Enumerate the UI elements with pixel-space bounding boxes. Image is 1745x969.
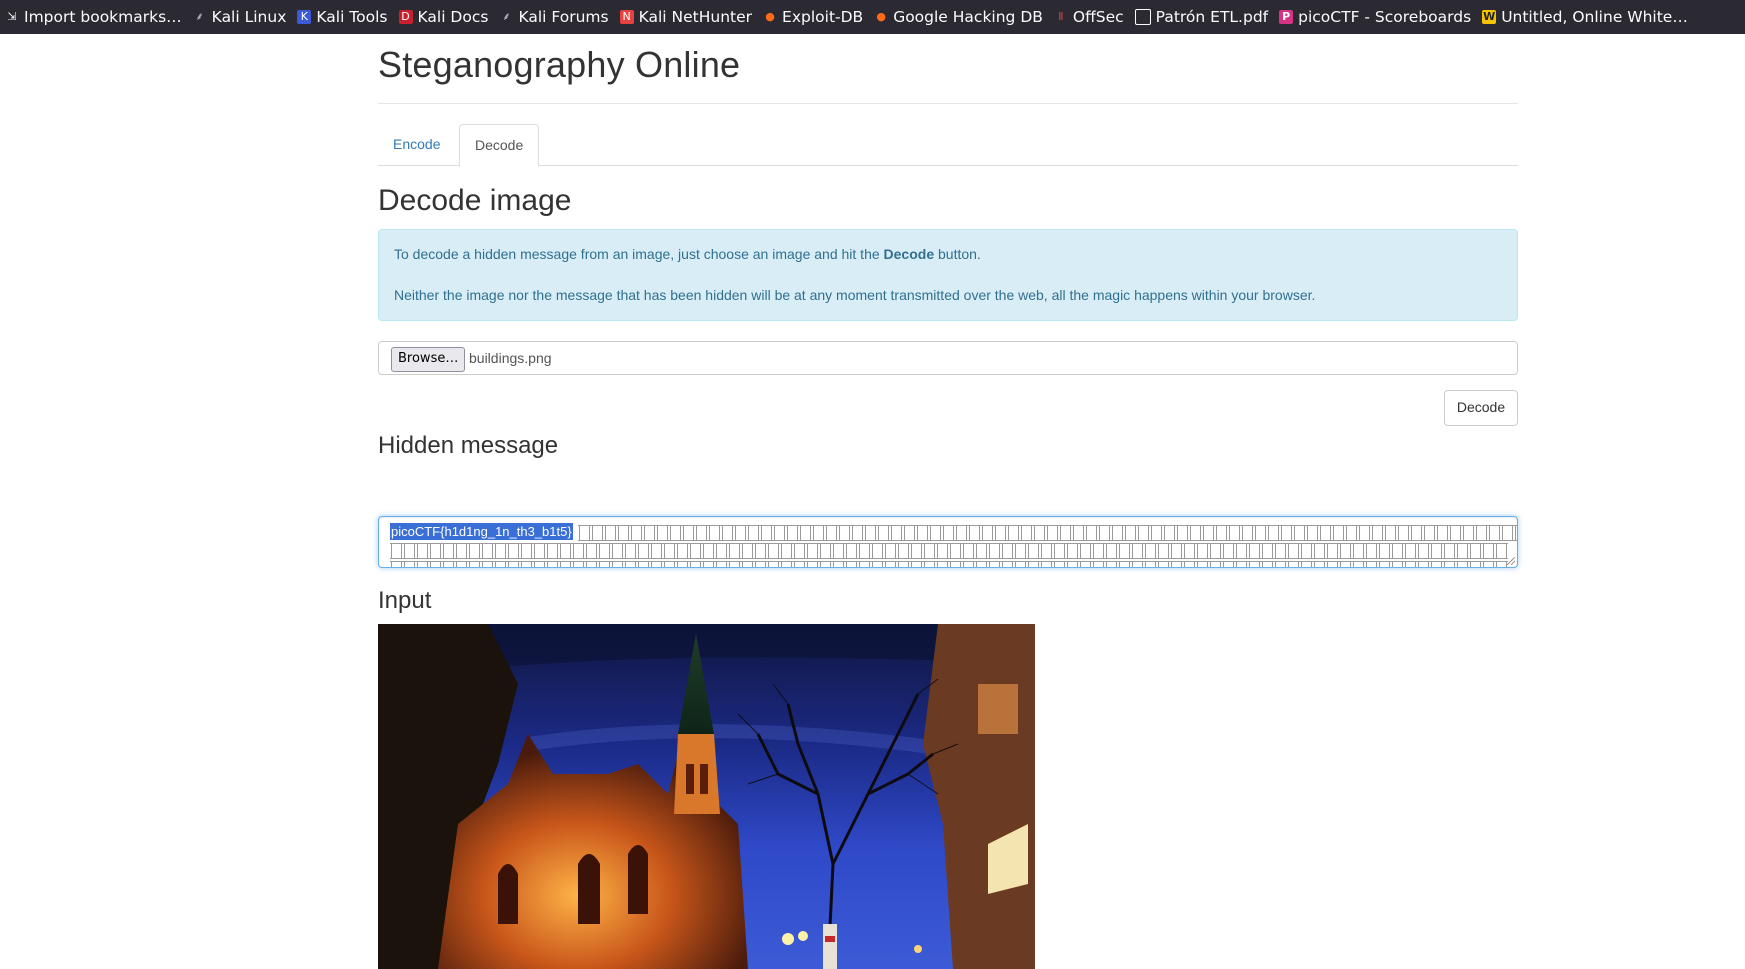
- kali-tools-icon: K: [297, 10, 312, 24]
- hidden-message-heading: Hidden message: [378, 432, 559, 459]
- bookmark-offsec[interactable]: Ⅱ OffSec: [1049, 0, 1130, 34]
- bookmark-exploit-db[interactable]: ● Exploit-DB: [758, 0, 869, 34]
- exploit-db-icon: ●: [765, 10, 775, 23]
- bookmark-label: OffSec: [1072, 8, 1124, 26]
- bookmark-label: Exploit-DB: [782, 8, 864, 26]
- bookmark-picoctf[interactable]: PpicoCTF - Scoreboards: [1274, 0, 1477, 34]
- picoctf-icon: P: [1279, 10, 1294, 24]
- tab-encode[interactable]: Encode: [378, 124, 455, 164]
- info-alert: To decode a hidden message from an image…: [378, 229, 1518, 321]
- unprintable-chars: [578, 525, 1517, 541]
- import-icon: ⇲: [7, 10, 17, 23]
- info-line-2: Neither the image nor the message that h…: [394, 287, 1316, 303]
- bookmark-label: Kali Tools: [316, 8, 388, 26]
- info-text: To decode a hidden message from an image…: [394, 246, 884, 262]
- decode-button[interactable]: Decode: [1444, 390, 1518, 426]
- bookmark-kali-docs[interactable]: D Kali Docs: [394, 0, 495, 34]
- bookmark-kali-forums[interactable]: ⸙ Kali Forums: [494, 0, 614, 34]
- selected-file-name: buildings.png: [469, 350, 552, 366]
- bookmark-label: Patrón ETL.pdf: [1155, 8, 1269, 26]
- bookmark-import[interactable]: ⇲ Import bookmarks…: [0, 0, 188, 34]
- bookmark-label: Kali Forums: [518, 8, 609, 26]
- decode-heading: Decode image: [378, 184, 572, 217]
- bookmark-label: picoCTF - Scoreboards: [1298, 8, 1472, 26]
- divider: [378, 103, 1518, 104]
- bookmark-label: Kali NetHunter: [638, 8, 753, 26]
- info-line-1: To decode a hidden message from an image…: [394, 246, 981, 262]
- bookmarks-toolbar: ⇲ Import bookmarks… ⸙ Kali Linux K Kali Too…: [0, 0, 1745, 34]
- browse-button[interactable]: Browse…: [391, 347, 466, 372]
- page-title: Steganography Online: [378, 44, 741, 85]
- selected-message-text: picoCTF{h1d1ng_1n_th3_b1t5}: [390, 523, 573, 540]
- bookmark-ghdb[interactable]: ● Google Hacking DB: [869, 0, 1049, 34]
- info-text: button.: [934, 246, 981, 262]
- bookmark-kali-tools[interactable]: K Kali Tools: [292, 0, 393, 34]
- tab-bar: Encode Decode: [378, 124, 1518, 167]
- unprintable-chars: [390, 543, 1508, 559]
- resize-handle[interactable]: [1507, 557, 1515, 565]
- message-first-line: picoCTF{h1d1ng_1n_th3_b1t5}: [390, 523, 573, 540]
- kali-dragon-icon: ⸙: [195, 10, 204, 23]
- bookmark-label: Untitled, Online White…: [1501, 8, 1688, 26]
- bookmark-label: Kali Docs: [417, 8, 489, 26]
- bookmark-label: Google Hacking DB: [893, 8, 1043, 26]
- kali-dragon-icon: ⸙: [502, 10, 511, 23]
- input-heading: Input: [378, 587, 432, 614]
- bookmark-patron-etl[interactable]: Patrón ETL.pdf: [1130, 0, 1274, 34]
- bookmark-whiteboard[interactable]: W Untitled, Online White…: [1477, 0, 1694, 34]
- input-image: [378, 624, 1035, 969]
- nethunter-icon: N: [619, 10, 634, 24]
- unprintable-chars: [390, 561, 1508, 567]
- file-input[interactable]: Browse… buildings.png: [378, 341, 1518, 375]
- tab-decode[interactable]: Decode: [459, 124, 540, 167]
- bookmark-label: Kali Linux: [211, 8, 287, 26]
- whiteboard-icon: W: [1482, 10, 1497, 24]
- info-bold-text: Decode: [883, 246, 935, 262]
- ghdb-icon: ●: [876, 10, 886, 23]
- kali-docs-icon: D: [398, 10, 413, 24]
- bookmark-label: Import bookmarks…: [24, 8, 182, 26]
- offsec-icon: Ⅱ: [1058, 10, 1064, 23]
- hidden-message-textarea[interactable]: picoCTF{h1d1ng_1n_th3_b1t5}: [378, 516, 1518, 568]
- church-night-photo: [378, 624, 1035, 969]
- bookmark-kali-linux[interactable]: ⸙ Kali Linux: [188, 0, 293, 34]
- globe-icon: [1134, 9, 1151, 25]
- bookmark-kali-nethunter[interactable]: N Kali NetHunter: [615, 0, 758, 34]
